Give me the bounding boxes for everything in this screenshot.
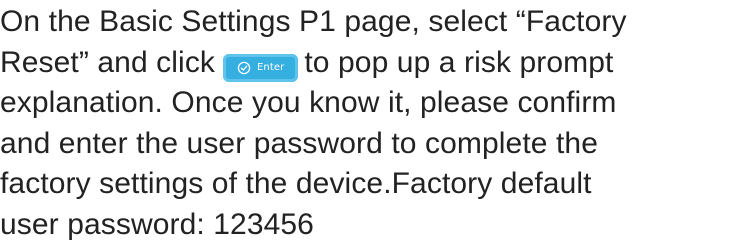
instruction-text-after-button: to pop up a risk prompt [304, 45, 614, 79]
instruction-paragraph: On the Basic Settings P1 page, select “F… [0, 2, 741, 245]
enter-button-graphic: Enter [223, 53, 299, 82]
instruction-line-5: factory settings of the device.Factory d… [0, 167, 592, 200]
instruction-line-4: and enter the user password to complete … [0, 126, 598, 160]
instruction-line-1: On the Basic Settings P1 page, select “F… [0, 5, 627, 38]
check-circle-icon [237, 61, 251, 75]
instruction-text-before-button: Reset” and click [0, 45, 216, 79]
enter-button-label: Enter [257, 61, 285, 73]
instruction-line-3: explanation. Once you know it, please co… [0, 86, 617, 119]
instruction-line-2: Reset” and click Enter to pop up a risk pr… [0, 43, 741, 84]
instruction-line-6: user password: 123456 [0, 207, 314, 241]
